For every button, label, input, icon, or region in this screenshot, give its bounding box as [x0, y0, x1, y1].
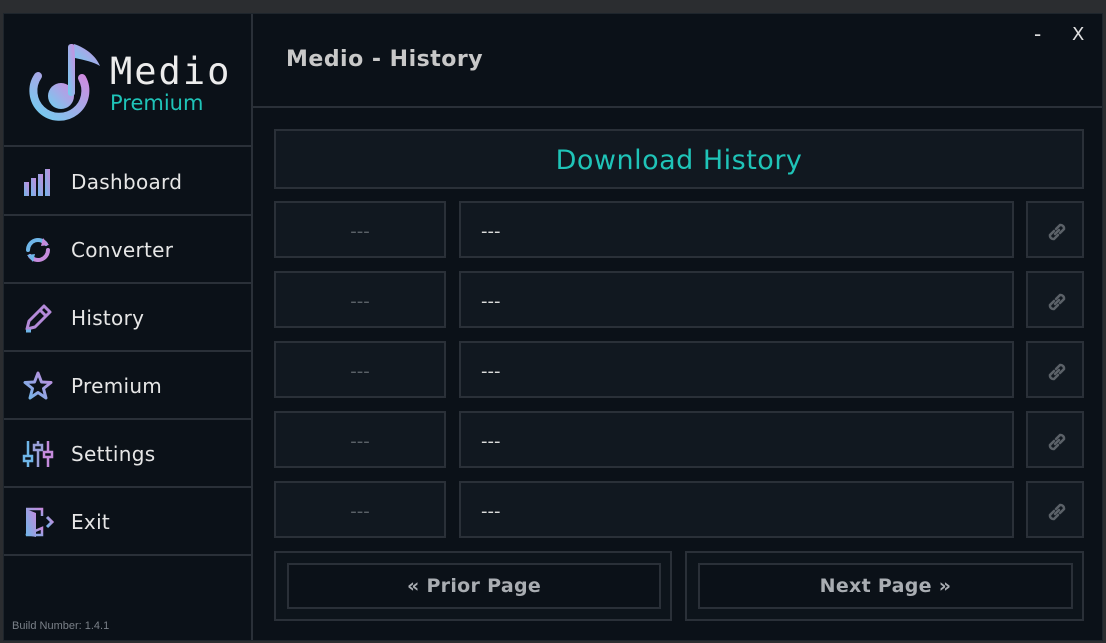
app-name: Medio: [110, 50, 232, 93]
logo-area: Medio Premium: [4, 14, 251, 147]
history-date-text: ---: [350, 431, 370, 452]
history-row-date: ---: [274, 271, 446, 328]
link-icon: [1048, 363, 1066, 381]
history-row-date: ---: [274, 201, 446, 258]
page-title: Medio - History: [286, 47, 484, 72]
app-window: Medio Premium Dashboard Converter Histor…: [3, 13, 1103, 641]
history-date-text: ---: [350, 291, 370, 312]
exit-door-icon: [25, 507, 54, 537]
link-button[interactable]: [1026, 341, 1084, 398]
link-button[interactable]: [1026, 201, 1084, 258]
sidebar: Medio Premium Dashboard Converter Histor…: [4, 14, 253, 640]
history-date-text: ---: [350, 221, 370, 242]
history-row-date: ---: [274, 341, 446, 398]
link-button[interactable]: [1026, 481, 1084, 538]
refresh-icon: [26, 238, 50, 262]
sidebar-item-label: Dashboard: [71, 170, 183, 194]
link-icon: [1048, 433, 1066, 451]
sidebar-item-exit[interactable]: Exit: [4, 488, 251, 556]
sidebar-item-label: Premium: [71, 374, 163, 398]
sidebar-item-label: Settings: [71, 442, 156, 466]
link-icon: [1048, 293, 1066, 311]
header: Medio - History - X: [253, 14, 1102, 108]
link-icon: [1048, 503, 1066, 521]
history-name-text: ---: [481, 361, 501, 382]
history-row-name: ---: [459, 271, 1014, 328]
history-row-name: ---: [459, 481, 1014, 538]
music-note-logo-icon: [29, 44, 100, 121]
star-icon: [23, 371, 53, 400]
history-row-name: ---: [459, 411, 1014, 468]
history-date-text: ---: [350, 501, 370, 522]
prior-page-button[interactable]: « Prior Page: [287, 563, 661, 609]
sidebar-item-label: Converter: [71, 238, 174, 262]
bar-chart-icon: [24, 169, 50, 196]
window-frame-top: [0, 0, 1106, 13]
sidebar-item-dashboard[interactable]: Dashboard: [4, 148, 251, 216]
link-button[interactable]: [1026, 411, 1084, 468]
minimize-button[interactable]: -: [1034, 22, 1041, 46]
next-page-button[interactable]: Next Page »: [698, 563, 1073, 609]
pencil-icon: [25, 304, 52, 333]
sliders-icon: [22, 441, 54, 467]
close-button[interactable]: X: [1072, 24, 1084, 45]
sidebar-item-label: History: [71, 306, 145, 330]
prior-page-label: « Prior Page: [406, 575, 542, 597]
link-button[interactable]: [1026, 271, 1084, 328]
app-edition: Premium: [110, 91, 204, 115]
sidebar-item-converter[interactable]: Converter: [4, 216, 251, 284]
link-icon: [1048, 223, 1066, 241]
sidebar-item-history[interactable]: History: [4, 284, 251, 352]
history-row-name: ---: [459, 201, 1014, 258]
sidebar-item-settings[interactable]: Settings: [4, 420, 251, 488]
history-name-text: ---: [481, 501, 501, 522]
next-page-label: Next Page »: [819, 575, 952, 597]
history-row-date: ---: [274, 481, 446, 538]
next-page-container: Next Page »: [685, 551, 1084, 621]
section-title: Download History: [555, 145, 803, 176]
history-name-text: ---: [481, 431, 501, 452]
history-row-date: ---: [274, 411, 446, 468]
build-number: Build Number: 1.4.1: [12, 620, 110, 632]
prior-page-container: « Prior Page: [274, 551, 672, 621]
history-row-name: ---: [459, 341, 1014, 398]
history-date-text: ---: [350, 361, 370, 382]
sidebar-item-premium[interactable]: Premium: [4, 352, 251, 420]
download-history-heading: Download History: [274, 129, 1084, 189]
history-name-text: ---: [481, 221, 501, 242]
history-name-text: ---: [481, 291, 501, 312]
sidebar-item-label: Exit: [71, 510, 111, 534]
